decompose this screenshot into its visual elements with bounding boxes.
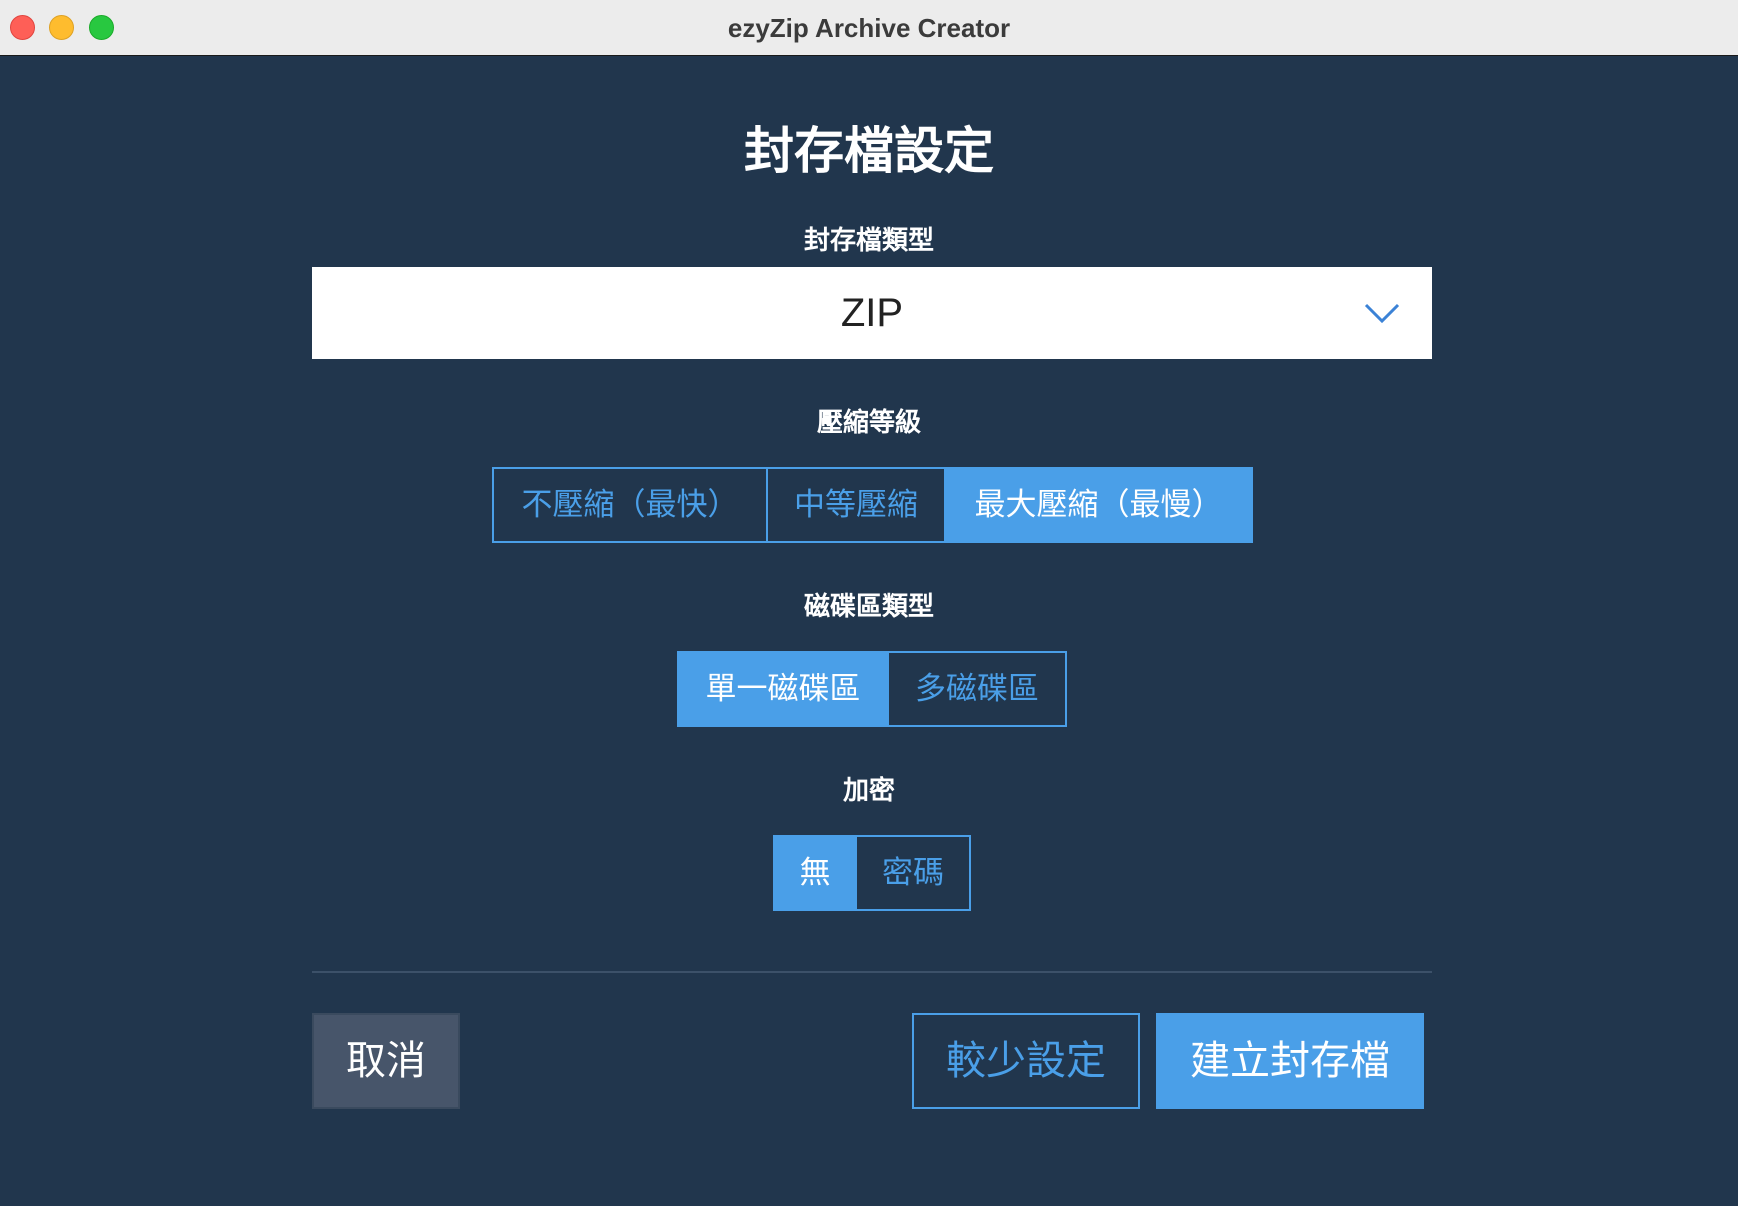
window-title: ezyZip Archive Creator xyxy=(727,13,1011,43)
encryption-label: 加密 xyxy=(842,776,895,806)
fewer-settings-button[interactable]: 較少設定 xyxy=(912,1013,1140,1109)
compression-option-max[interactable]: 最大壓縮（最慢） xyxy=(946,467,1253,543)
compression-option-none[interactable]: 不壓縮（最快） xyxy=(492,467,768,543)
compression-option-medium[interactable]: 中等壓縮 xyxy=(768,467,946,543)
volume-option-multi[interactable]: 多磁碟區 xyxy=(889,651,1067,727)
encryption-segmented-control: 無 密碼 xyxy=(773,835,971,911)
archive-type-label: 封存檔類型 xyxy=(803,226,934,256)
settings-panel: 封存檔設定 封存檔類型 ZIP 壓縮等級 不壓縮（最快） 中等壓縮 最大壓縮（最… xyxy=(0,56,1738,1206)
create-archive-button[interactable]: 建立封存檔 xyxy=(1156,1013,1424,1109)
cancel-button[interactable]: 取消 xyxy=(312,1013,460,1109)
divider xyxy=(312,971,1432,973)
volume-segmented-control: 單一磁碟區 多磁碟區 xyxy=(677,651,1067,727)
encryption-option-none[interactable]: 無 xyxy=(773,835,857,911)
compression-segmented-control: 不壓縮（最快） 中等壓縮 最大壓縮（最慢） xyxy=(492,467,1253,543)
window-titlebar: ezyZip Archive Creator xyxy=(0,0,1738,56)
chevron-down-icon xyxy=(1364,303,1400,324)
archive-type-value: ZIP xyxy=(840,291,904,335)
encryption-option-password[interactable]: 密碼 xyxy=(857,835,971,911)
compression-label: 壓縮等級 xyxy=(816,408,921,438)
volume-type-label: 磁碟區類型 xyxy=(803,592,934,622)
volume-option-single[interactable]: 單一磁碟區 xyxy=(677,651,889,727)
archive-type-select[interactable]: ZIP xyxy=(312,267,1432,359)
page-title: 封存檔設定 xyxy=(744,122,994,180)
